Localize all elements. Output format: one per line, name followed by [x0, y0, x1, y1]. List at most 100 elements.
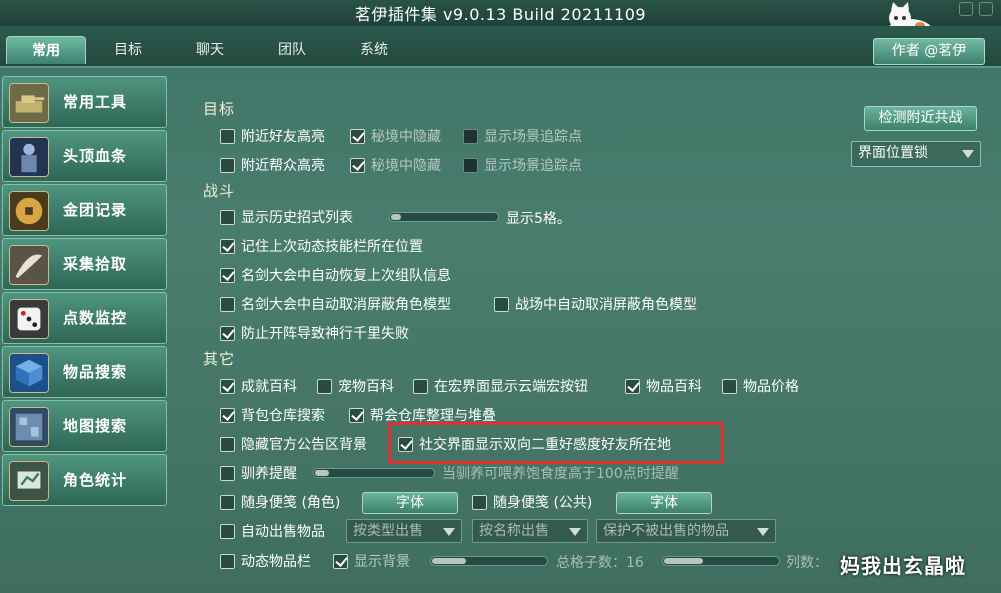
prevent-formation-checkbox[interactable]: 防止开阵导致神行千里失败	[220, 323, 409, 343]
checkbox-label: 在宏界面显示云端宏按钮	[434, 379, 588, 395]
sell-by-name-dropdown[interactable]: 按名称出售	[472, 519, 588, 543]
plugin-window: 茗伊插件集 v9.0.13 Build 20211109 常用 目标 聊天 团队…	[0, 0, 1001, 593]
window-controls	[959, 2, 993, 16]
minimize-icon[interactable]	[959, 2, 973, 16]
history-count-slider[interactable]	[389, 212, 499, 222]
bg-opacity-slider[interactable]	[430, 556, 548, 566]
sidebar-item-label: 头顶血条	[63, 147, 128, 165]
watermark-text: 妈我出玄晶啦	[840, 554, 966, 578]
hide-notice-bg-checkbox[interactable]: 隐藏官方公告区背景	[220, 434, 367, 454]
checkbox-box	[625, 378, 640, 394]
memo-role-font-button[interactable]: 字体	[362, 492, 458, 514]
protect-items-dropdown[interactable]: 保护不被出售的物品	[596, 519, 776, 543]
checkbox-box	[220, 523, 235, 539]
memo-public-checkbox[interactable]: 随身便笺 (公共)	[472, 492, 592, 512]
close-icon[interactable]	[979, 2, 993, 16]
auto-restore-team-checkbox[interactable]: 名剑大会中自动恢复上次组队信息	[220, 265, 451, 285]
cube-icon	[9, 353, 49, 393]
title-bar: 茗伊插件集 v9.0.13 Build 20211109	[0, 0, 1001, 41]
tab-common[interactable]: 常用	[6, 36, 86, 64]
checkbox-label: 秘境中隐藏	[371, 129, 441, 145]
highlight-annotation	[388, 422, 724, 464]
show-bg-checkbox[interactable]: 显示背景	[333, 551, 410, 571]
achievements-checkbox[interactable]: 成就百科	[220, 376, 297, 396]
detect-nearby-button[interactable]: 检测附近共战	[864, 106, 977, 131]
sidebar-item-item-search[interactable]: 物品搜索	[2, 346, 167, 398]
taming-slider[interactable]	[313, 468, 435, 478]
map-icon	[9, 407, 49, 447]
sidebar-item-head-hp[interactable]: 头顶血条	[2, 130, 167, 182]
checkbox-box	[494, 296, 509, 312]
checkbox-box	[349, 407, 364, 423]
sidebar-item-label: 采集拾取	[63, 255, 128, 273]
hide-in-dungeon-checkbox[interactable]: 秘境中隐藏	[350, 126, 441, 146]
checkbox-label: 动态物品栏	[241, 554, 311, 570]
auto-sell-checkbox[interactable]: 自动出售物品	[220, 521, 325, 541]
sidebar-item-common-tools[interactable]: 常用工具	[2, 76, 167, 128]
checkbox-label: 隐藏官方公告区背景	[241, 437, 367, 453]
sidebar-item-points-monitor[interactable]: 点数监控	[2, 292, 167, 344]
warrior-icon	[9, 137, 49, 177]
checkbox-box	[317, 378, 332, 394]
slider-fill	[391, 214, 401, 220]
position-lock-dropdown[interactable]: 界面位置锁	[851, 141, 981, 167]
taming-hint-text: 当驯养可喂养饱食度高于100点时提醒	[442, 466, 679, 482]
show-scene-track-checkbox[interactable]: 显示场景追踪点	[463, 126, 582, 146]
pets-checkbox[interactable]: 宠物百科	[317, 376, 394, 396]
item-price-checkbox[interactable]: 物品价格	[722, 376, 799, 396]
sidebar-item-label: 地图搜索	[63, 417, 128, 435]
checkbox-label: 记住上次动态技能栏所在位置	[241, 239, 423, 255]
item-wiki-checkbox[interactable]: 物品百科	[625, 376, 702, 396]
checkbox-box	[350, 157, 365, 173]
checkbox-label: 显示场景追踪点	[484, 129, 582, 145]
section-title-battle: 战斗	[203, 182, 236, 200]
checkbox-label: 随身便笺 (公共)	[493, 495, 593, 511]
sell-by-type-dropdown[interactable]: 按类型出售	[346, 519, 462, 543]
tab-chat[interactable]: 聊天	[170, 36, 250, 64]
sidebar-item-role-stats[interactable]: 角色统计	[2, 454, 167, 506]
battlefield-cancel-hide-checkbox[interactable]: 战场中自动取消屏蔽角色模型	[494, 294, 697, 314]
history-count-text: 显示5格。	[506, 211, 571, 227]
checkbox-label: 名剑大会中自动恢复上次组队信息	[241, 268, 451, 284]
sidebar-item-gather[interactable]: 采集拾取	[2, 238, 167, 290]
dice-icon	[9, 299, 49, 339]
bag-search-checkbox[interactable]: 背包仓库搜索	[220, 405, 325, 425]
checkbox-label: 自动出售物品	[241, 524, 325, 540]
auto-cancel-hide-models-checkbox[interactable]: 名剑大会中自动取消屏蔽角色模型	[220, 294, 451, 314]
dynamic-bar-checkbox[interactable]: 动态物品栏	[220, 551, 311, 571]
show-scene-track-checkbox-2[interactable]: 显示场景追踪点	[463, 155, 582, 175]
sidebar: 常用工具 头顶血条 金团记录 采集拾取 点数监控 物品搜索 地图搜索 角色统计	[0, 70, 170, 593]
sidebar-item-gold-record[interactable]: 金团记录	[2, 184, 167, 236]
checkbox-box	[463, 157, 478, 173]
checkbox-box	[220, 325, 235, 341]
nearby-guild-highlight-checkbox[interactable]: 附近帮众高亮	[220, 155, 325, 175]
tank-icon	[9, 83, 49, 123]
checkbox-box	[220, 128, 235, 144]
tab-system[interactable]: 系统	[334, 36, 414, 64]
total-slots-slider[interactable]	[662, 556, 780, 566]
tab-target[interactable]: 目标	[88, 36, 168, 64]
nearby-friend-highlight-checkbox[interactable]: 附近好友高亮	[220, 126, 325, 146]
checkbox-box	[220, 553, 235, 569]
dropdown-label: 按名称出售	[479, 523, 549, 539]
position-lock-label: 界面位置锁	[858, 145, 928, 161]
hide-in-dungeon-checkbox-2[interactable]: 秘境中隐藏	[350, 155, 441, 175]
checkbox-box	[463, 128, 478, 144]
chevron-down-icon	[757, 528, 769, 536]
taming-reminder-checkbox[interactable]: 驯养提醒	[220, 463, 297, 483]
checkbox-box	[220, 157, 235, 173]
slider-fill	[664, 558, 703, 564]
memo-role-checkbox[interactable]: 随身便笺 (角色)	[220, 492, 340, 512]
checkbox-box	[350, 128, 365, 144]
show-skill-history-checkbox[interactable]: 显示历史招式列表	[220, 207, 353, 227]
remember-skillbar-checkbox[interactable]: 记住上次动态技能栏所在位置	[220, 236, 423, 256]
memo-public-font-button[interactable]: 字体	[616, 492, 712, 514]
tab-team[interactable]: 团队	[252, 36, 332, 64]
cloud-macro-checkbox[interactable]: 在宏界面显示云端宏按钮	[413, 376, 588, 396]
chevron-down-icon	[443, 528, 455, 536]
sidebar-item-label: 金团记录	[63, 201, 128, 219]
checkbox-box	[220, 494, 235, 510]
author-button[interactable]: 作者 @茗伊	[873, 38, 985, 65]
sidebar-item-map-search[interactable]: 地图搜索	[2, 400, 167, 452]
stats-icon	[9, 461, 49, 501]
